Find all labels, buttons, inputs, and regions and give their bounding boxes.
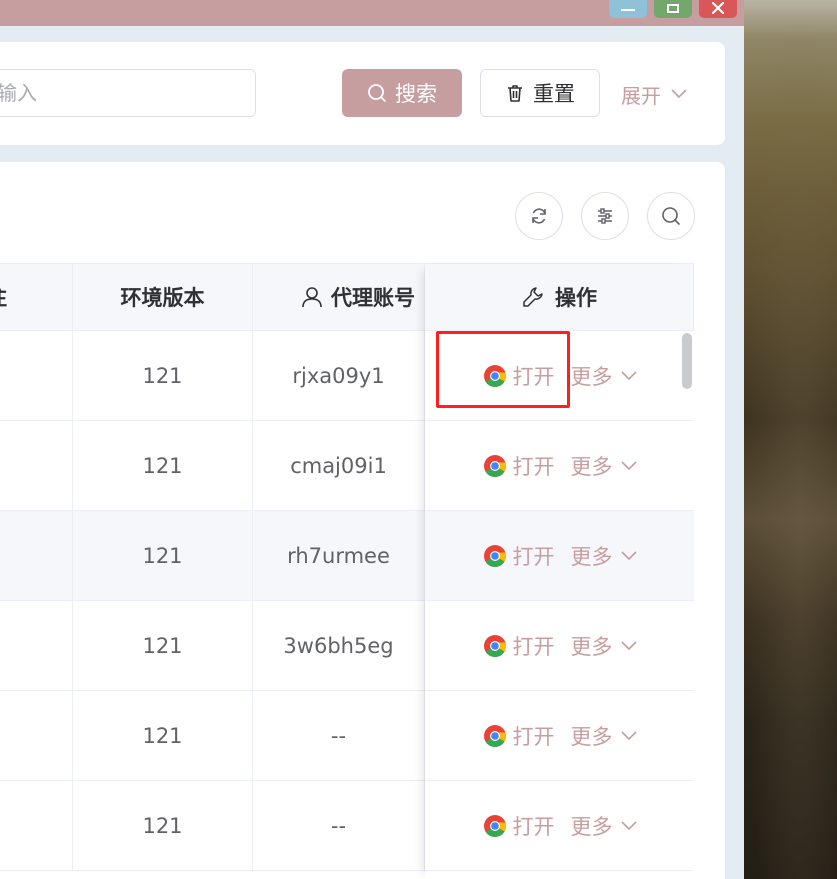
open-button[interactable]: 打开 (483, 721, 555, 751)
cell-partial (0, 421, 73, 510)
cell-operation: 打开 更多 (425, 601, 694, 690)
chevron-down-icon (671, 89, 687, 99)
header-version: 环境版本 (73, 264, 253, 330)
wrench-icon (523, 287, 543, 307)
chrome-icon (483, 544, 506, 567)
cell-partial (0, 511, 73, 600)
open-button[interactable]: 打开 (483, 631, 555, 661)
cell-version: 121 (73, 421, 253, 510)
cell-version: 121 (73, 511, 253, 600)
table-row: 121 rh7urmee 打开 更多 (0, 511, 694, 601)
more-dropdown[interactable]: 更多 (571, 361, 637, 391)
open-label: 打开 (512, 454, 555, 479)
expand-label: 展开 (621, 83, 661, 108)
maximize-button[interactable] (654, 0, 692, 18)
cell-proxy-account: -- (253, 691, 425, 780)
chevron-down-icon (620, 550, 637, 560)
cell-partial (0, 691, 73, 780)
cell-operation: 打开 更多 (425, 331, 694, 420)
chrome-icon (483, 724, 506, 747)
table-row: 121 -- 打开 更多 (0, 691, 694, 781)
expand-toggle[interactable]: 展开 (621, 80, 687, 108)
more-label: 更多 (570, 544, 613, 569)
table-row: 121 cmaj09i1 打开 更多 (0, 421, 694, 511)
more-label: 更多 (570, 454, 613, 479)
search-button[interactable]: 搜索 (342, 69, 462, 117)
desktop-background (744, 0, 837, 879)
more-label: 更多 (570, 814, 613, 839)
refresh-icon (532, 208, 546, 224)
open-label: 打开 (512, 544, 555, 569)
open-button[interactable]: 打开 (483, 451, 555, 481)
open-button[interactable]: 打开 (483, 811, 555, 841)
reset-button[interactable]: 重置 (480, 69, 600, 117)
close-button[interactable] (699, 0, 737, 18)
chevron-down-icon (620, 820, 637, 830)
cell-proxy-account: rjxa09y1 (253, 331, 425, 420)
cell-version: 121 (73, 331, 253, 420)
more-label: 更多 (570, 634, 613, 659)
search-input[interactable]: 输入 (0, 69, 256, 117)
environment-table: 注 环境版本 代理账号 操作 121rjxa09y1打开更多121cmaj09i… (0, 263, 694, 879)
cell-proxy-account: 3w6bh5eg (253, 601, 425, 690)
reset-button-label: 重置 (533, 82, 575, 106)
more-dropdown[interactable]: 更多 (571, 721, 637, 751)
header-partial-column: 注 (0, 264, 73, 330)
search-button-label: 搜索 (395, 82, 437, 106)
more-dropdown[interactable]: 更多 (571, 451, 637, 481)
more-label: 更多 (570, 724, 613, 749)
chevron-down-icon (620, 730, 637, 740)
minimize-icon (621, 9, 635, 11)
user-icon (302, 287, 322, 308)
search-icon (368, 84, 386, 102)
cell-operation: 打开 更多 (425, 691, 694, 780)
cell-proxy-account: rh7urmee (253, 511, 425, 600)
more-dropdown[interactable]: 更多 (571, 541, 637, 571)
chevron-down-icon (620, 640, 637, 650)
cell-version: 121 (73, 691, 253, 780)
cell-operation: 打开 更多 (425, 781, 694, 870)
sliders-icon (598, 208, 612, 224)
chrome-icon (483, 364, 506, 387)
app-window: 输入 搜索 重置 展开 注 环境版本 代理账号 操作 (0, 0, 744, 879)
chrome-icon (483, 814, 506, 837)
open-button[interactable]: 打开 (483, 361, 555, 391)
cell-partial (0, 781, 73, 870)
open-label: 打开 (512, 634, 555, 659)
cell-proxy-account: -- (253, 781, 425, 870)
more-dropdown[interactable]: 更多 (571, 631, 637, 661)
cell-proxy-account: cmaj09i1 (253, 421, 425, 510)
table-row: 121 rjxa09y1 打开 更多 (0, 331, 694, 421)
trash-icon (508, 85, 522, 102)
open-label: 打开 (512, 724, 555, 749)
cell-operation: 打开 更多 (425, 511, 694, 600)
table-scrollbar[interactable] (682, 333, 692, 389)
open-button[interactable]: 打开 (483, 541, 555, 571)
search-icon (662, 207, 680, 225)
cell-version: 121 (73, 601, 253, 690)
open-label: 打开 (512, 814, 555, 839)
cell-operation: 打开 更多 (425, 421, 694, 510)
table-search-button[interactable] (647, 192, 695, 240)
cell-version: 121 (73, 781, 253, 870)
table-row: 121 3w6bh5eg 打开 更多 (0, 601, 694, 691)
more-dropdown[interactable]: 更多 (571, 811, 637, 841)
chrome-icon (483, 634, 506, 657)
maximize-icon (667, 3, 679, 13)
chrome-icon (483, 454, 506, 477)
header-proxy-account: 代理账号 (253, 264, 425, 330)
close-icon (712, 2, 724, 14)
header-operation: 操作 (425, 264, 694, 330)
refresh-button[interactable] (515, 192, 563, 240)
more-label: 更多 (570, 364, 613, 389)
cell-partial (0, 601, 73, 690)
minimize-button[interactable] (609, 0, 647, 18)
column-settings-button[interactable] (581, 192, 629, 240)
cell-partial (0, 331, 73, 420)
table-header: 注 环境版本 代理账号 操作 (0, 264, 694, 331)
chevron-down-icon (620, 460, 637, 470)
chevron-down-icon (620, 370, 637, 380)
table-row: 121 -- 打开 更多 (0, 781, 694, 871)
open-label: 打开 (512, 364, 555, 389)
